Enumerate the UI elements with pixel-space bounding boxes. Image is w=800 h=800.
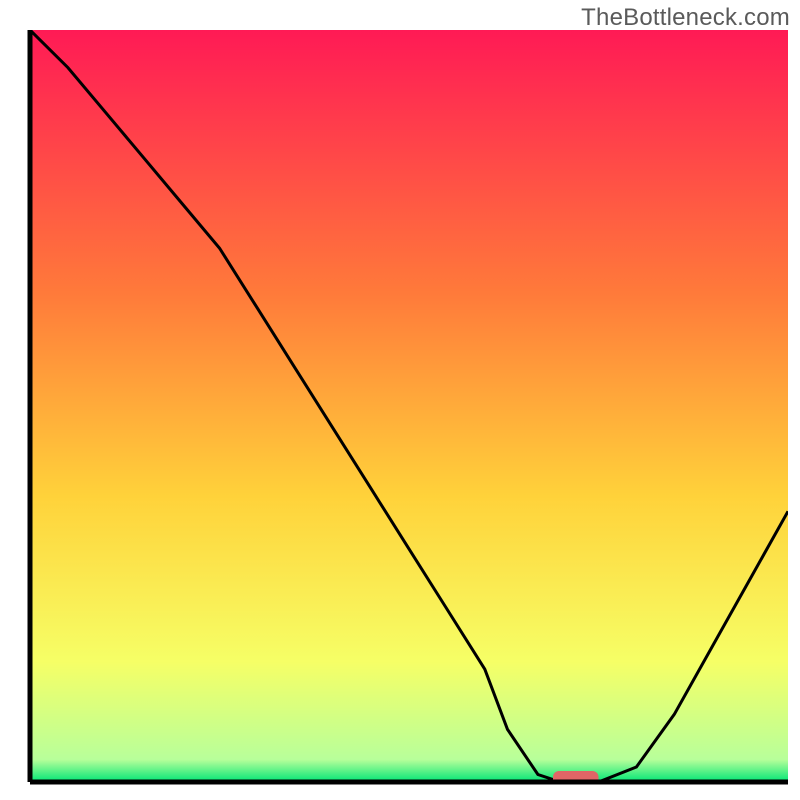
chart-container: { "watermark": "TheBottleneck.com", "col…: [0, 0, 800, 800]
plot-area: [30, 30, 788, 785]
watermark-text: TheBottleneck.com: [581, 4, 790, 32]
bottleneck-chart: [0, 0, 800, 800]
gradient-background: [30, 30, 788, 782]
